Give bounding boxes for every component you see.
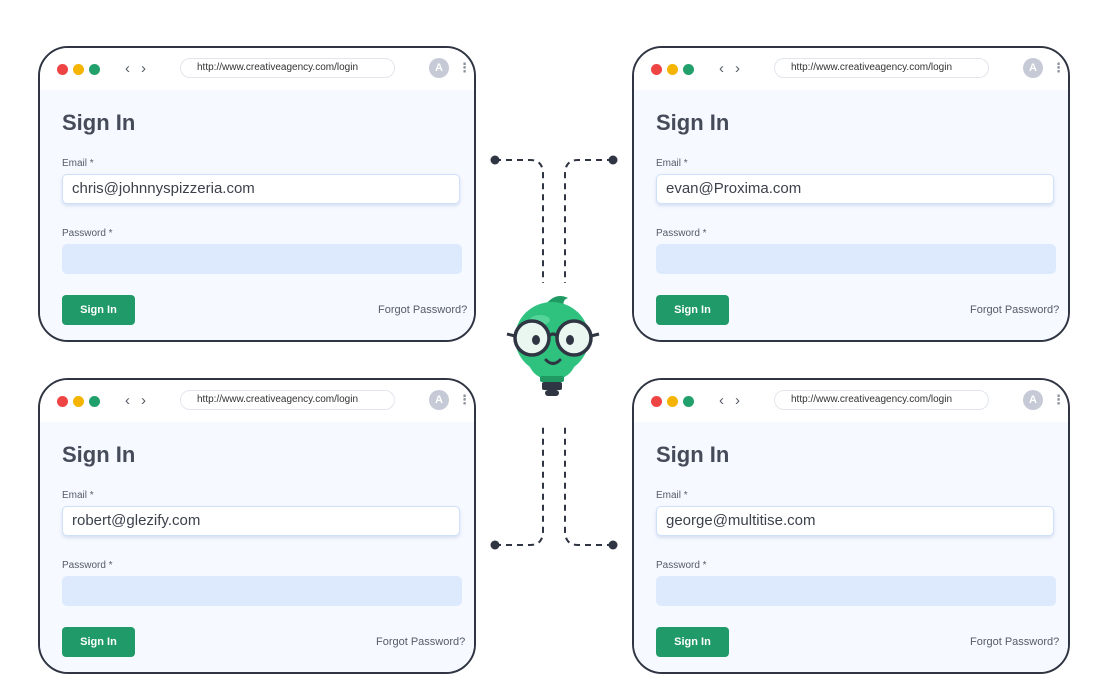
forgot-password-link[interactable]: Forgot Password?	[376, 636, 465, 648]
browser-window-1: ‹ › http://www.creativeagency.com/login …	[38, 46, 476, 342]
lightbulb-mascot-icon	[506, 296, 600, 396]
close-window-button[interactable]	[651, 64, 662, 75]
email-field[interactable]: chris@johnnyspizzeria.com	[62, 174, 460, 204]
sign-in-button[interactable]: Sign In	[656, 627, 729, 657]
password-field[interactable]	[656, 244, 1056, 274]
forgot-password-link[interactable]: Forgot Password?	[970, 304, 1059, 316]
email-label: Email *	[62, 490, 94, 501]
sign-in-button[interactable]: Sign In	[656, 295, 729, 325]
browser-toolbar: ‹ › http://www.creativeagency.com/login …	[40, 380, 474, 422]
password-label: Password *	[62, 560, 113, 571]
email-label: Email *	[62, 158, 94, 169]
password-field[interactable]	[656, 576, 1056, 606]
maximize-window-button[interactable]	[89, 396, 100, 407]
sign-in-button[interactable]: Sign In	[62, 627, 135, 657]
chevron-right-icon[interactable]: ›	[141, 392, 146, 410]
browser-toolbar: ‹ › http://www.creativeagency.com/login …	[40, 48, 474, 90]
page-title: Sign In	[656, 110, 730, 135]
login-form: Sign In Email * chris@johnnyspizzeria.co…	[40, 90, 474, 340]
close-window-button[interactable]	[651, 396, 662, 407]
avatar[interactable]: A	[429, 390, 449, 410]
chevron-left-icon[interactable]: ‹	[125, 392, 130, 410]
minimize-window-button[interactable]	[667, 64, 678, 75]
chevron-left-icon[interactable]: ‹	[719, 60, 724, 78]
kebab-menu-icon[interactable]: ⋮	[1052, 58, 1065, 78]
chevron-left-icon[interactable]: ‹	[719, 392, 724, 410]
email-label: Email *	[656, 490, 688, 501]
browser-window-3: ‹ › http://www.creativeagency.com/login …	[38, 378, 476, 674]
avatar[interactable]: A	[1023, 58, 1043, 78]
minimize-window-button[interactable]	[73, 396, 84, 407]
email-field[interactable]: robert@glezify.com	[62, 506, 460, 536]
page-title: Sign In	[62, 442, 136, 467]
chevron-right-icon[interactable]: ›	[735, 392, 740, 410]
chevron-left-icon[interactable]: ‹	[125, 60, 130, 78]
maximize-window-button[interactable]	[683, 396, 694, 407]
browser-window-2: ‹ › http://www.creativeagency.com/login …	[632, 46, 1070, 342]
password-label: Password *	[62, 228, 113, 239]
close-window-button[interactable]	[57, 396, 68, 407]
address-bar[interactable]: http://www.creativeagency.com/login	[774, 390, 989, 410]
forgot-password-link[interactable]: Forgot Password?	[970, 636, 1059, 648]
email-field[interactable]: george@multitise.com	[656, 506, 1054, 536]
email-label: Email *	[656, 158, 688, 169]
kebab-menu-icon[interactable]: ⋮	[458, 390, 471, 410]
password-label: Password *	[656, 560, 707, 571]
address-bar[interactable]: http://www.creativeagency.com/login	[180, 58, 395, 78]
address-bar[interactable]: http://www.creativeagency.com/login	[774, 58, 989, 78]
kebab-menu-icon[interactable]: ⋮	[1052, 390, 1065, 410]
password-field[interactable]	[62, 244, 462, 274]
chevron-right-icon[interactable]: ›	[141, 60, 146, 78]
forgot-password-link[interactable]: Forgot Password?	[378, 304, 467, 316]
close-window-button[interactable]	[57, 64, 68, 75]
login-form: Sign In Email * robert@glezify.com Passw…	[40, 422, 474, 672]
maximize-window-button[interactable]	[683, 64, 694, 75]
password-field[interactable]	[62, 576, 462, 606]
login-form: Sign In Email * george@multitise.com Pas…	[634, 422, 1068, 672]
browser-toolbar: ‹ › http://www.creativeagency.com/login …	[634, 48, 1068, 90]
avatar[interactable]: A	[1023, 390, 1043, 410]
page-title: Sign In	[62, 110, 136, 135]
maximize-window-button[interactable]	[89, 64, 100, 75]
minimize-window-button[interactable]	[667, 396, 678, 407]
password-label: Password *	[656, 228, 707, 239]
avatar[interactable]: A	[429, 58, 449, 78]
browser-window-4: ‹ › http://www.creativeagency.com/login …	[632, 378, 1070, 674]
address-bar[interactable]: http://www.creativeagency.com/login	[180, 390, 395, 410]
minimize-window-button[interactable]	[73, 64, 84, 75]
login-form: Sign In Email * evan@Proxima.com Passwor…	[634, 90, 1068, 340]
kebab-menu-icon[interactable]: ⋮	[458, 58, 471, 78]
chevron-right-icon[interactable]: ›	[735, 60, 740, 78]
email-field[interactable]: evan@Proxima.com	[656, 174, 1054, 204]
sign-in-button[interactable]: Sign In	[62, 295, 135, 325]
page-title: Sign In	[656, 442, 730, 467]
browser-toolbar: ‹ › http://www.creativeagency.com/login …	[634, 380, 1068, 422]
